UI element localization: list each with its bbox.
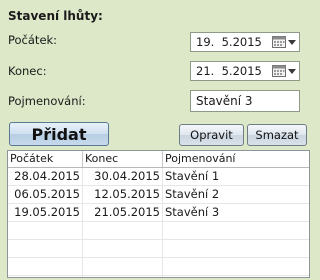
cell-end: 12.05.2015 bbox=[83, 186, 163, 203]
name-input[interactable]: Stavění 3 bbox=[190, 90, 300, 112]
table-row-empty bbox=[8, 222, 309, 240]
column-header-start[interactable]: Počátek bbox=[8, 151, 83, 167]
section-title: Stavení lhůty: bbox=[8, 9, 103, 23]
cell-name: Stavění 3 bbox=[165, 205, 220, 219]
cell-name: Stavění 1 bbox=[165, 169, 220, 183]
start-date-value[interactable]: 19. 5.2015 bbox=[191, 35, 272, 49]
table-row[interactable]: 06.05.2015 12.05.2015 Stavění 2 bbox=[8, 186, 309, 204]
deadlines-grid[interactable]: Počátek Konec Pojmenování 28.04.2015 30.… bbox=[7, 150, 310, 278]
cell-start: 28.04.2015 bbox=[8, 168, 83, 185]
chevron-down-icon[interactable] bbox=[287, 39, 297, 45]
calendar-icon[interactable] bbox=[272, 36, 286, 48]
column-header-name[interactable]: Pojmenování bbox=[163, 151, 309, 167]
start-date-picker[interactable]: 19. 5.2015 bbox=[190, 32, 300, 52]
table-row[interactable]: 19.05.2015 21.05.2015 Stavění 3 bbox=[8, 204, 309, 222]
end-date-label: Konec: bbox=[8, 64, 47, 78]
table-row-empty bbox=[8, 240, 309, 258]
name-label: Pojmenování: bbox=[8, 94, 86, 108]
cell-end: 21.05.2015 bbox=[83, 204, 163, 221]
cell-start: 19.05.2015 bbox=[8, 204, 83, 221]
grid-header: Počátek Konec Pojmenování bbox=[8, 151, 309, 168]
chevron-down-icon[interactable] bbox=[287, 68, 297, 74]
table-row[interactable]: 28.04.2015 30.04.2015 Stavění 1 bbox=[8, 168, 309, 186]
calendar-icon[interactable] bbox=[272, 65, 286, 77]
edit-button[interactable]: Opravit bbox=[179, 124, 244, 146]
delete-button[interactable]: Smazat bbox=[247, 124, 307, 146]
column-header-end[interactable]: Konec bbox=[83, 151, 163, 167]
end-date-value[interactable]: 21. 5.2015 bbox=[191, 64, 272, 78]
cell-name: Stavění 2 bbox=[165, 187, 220, 201]
table-row-empty bbox=[8, 258, 309, 276]
end-date-picker[interactable]: 21. 5.2015 bbox=[190, 61, 300, 81]
add-button[interactable]: Přidat bbox=[9, 122, 109, 146]
cell-end: 30.04.2015 bbox=[83, 168, 163, 185]
table-row-empty bbox=[8, 276, 309, 277]
start-date-label: Počátek: bbox=[8, 33, 58, 47]
cell-start: 06.05.2015 bbox=[8, 186, 83, 203]
